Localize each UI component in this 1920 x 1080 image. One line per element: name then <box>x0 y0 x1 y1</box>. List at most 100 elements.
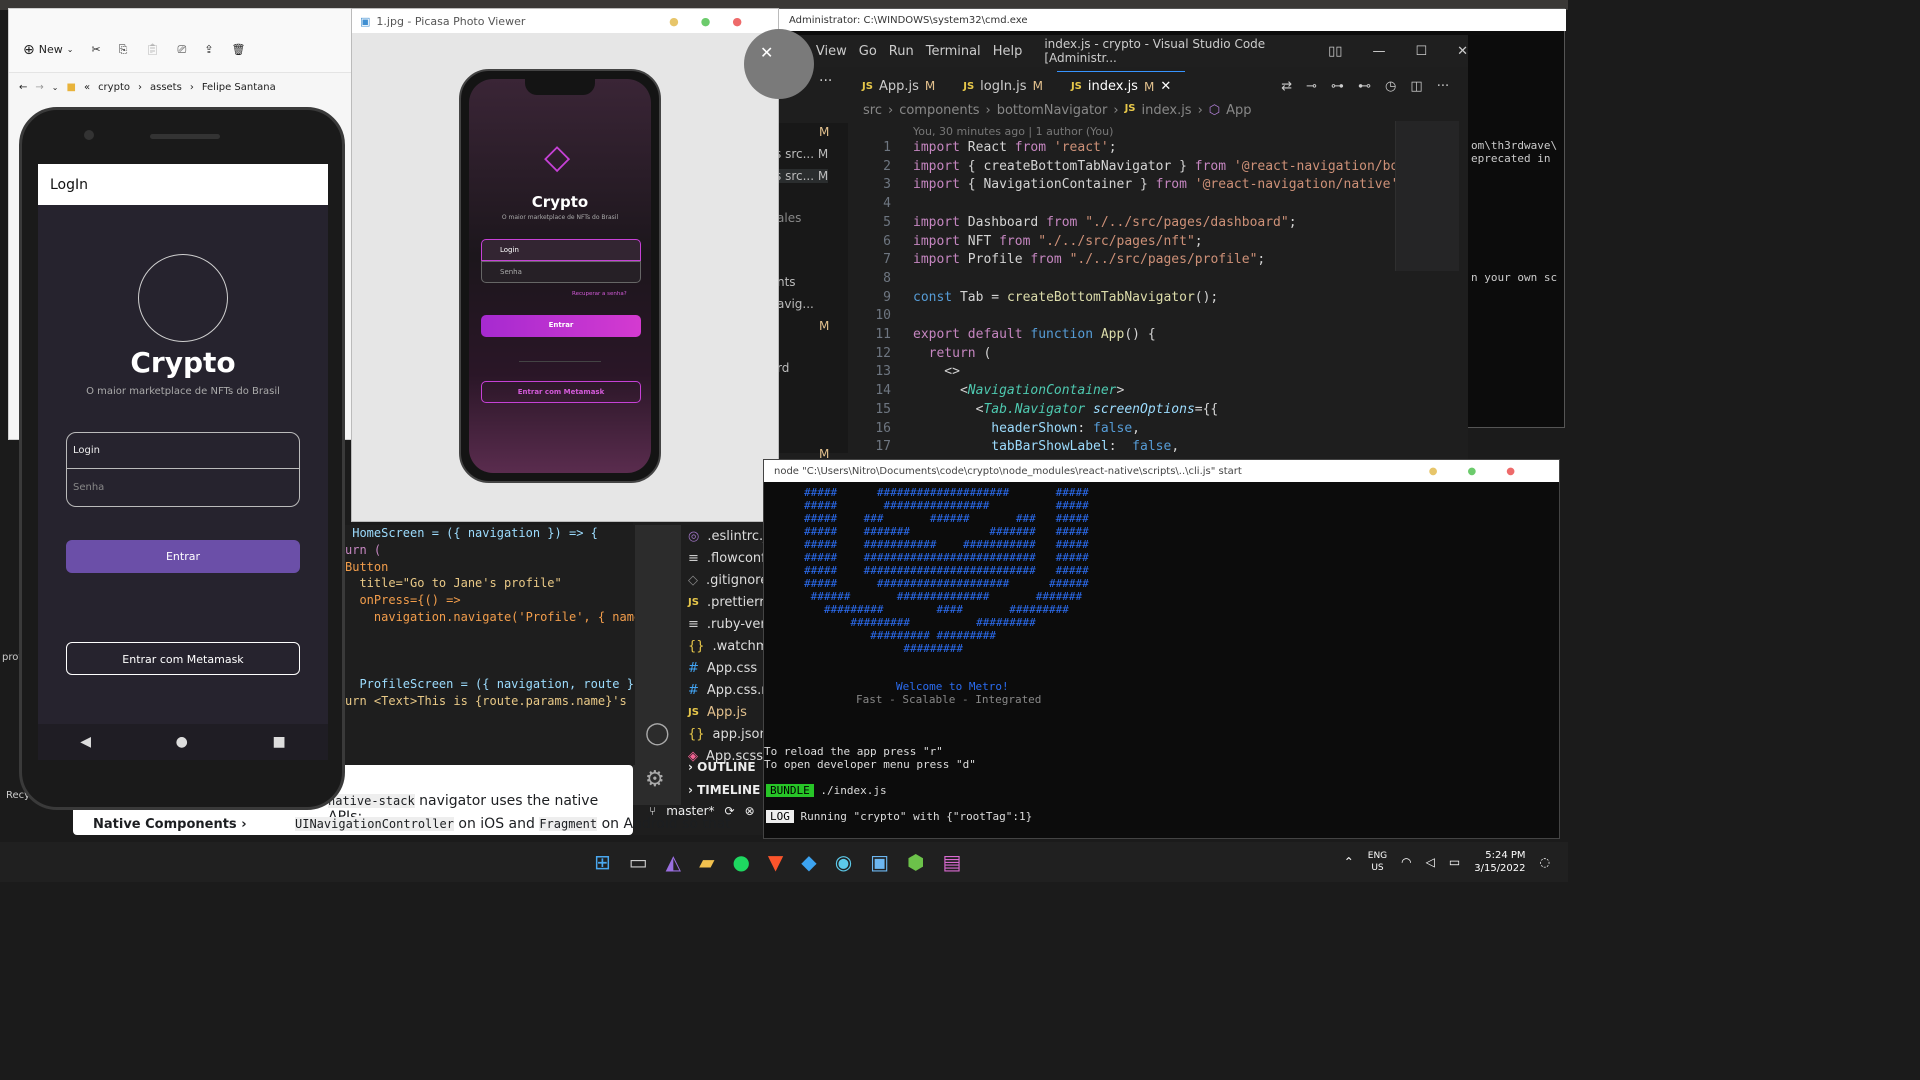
explorer-row[interactable]: avig... <box>777 297 814 311</box>
copy-icon[interactable]: ⎘ <box>119 43 128 57</box>
ethereum-logo-icon: ◇ <box>544 137 571 177</box>
go-forward-icon[interactable]: ⊶ <box>1331 79 1344 94</box>
menu-item[interactable]: Run <box>889 44 914 59</box>
error-icon[interactable]: ⊗ <box>745 804 755 818</box>
explorer-row[interactable]: ales <box>777 211 801 225</box>
gear-icon[interactable]: ⚙ <box>645 767 665 792</box>
code-line: 3 import { NavigationContainer } from '@r… <box>883 177 1406 193</box>
explorer-row[interactable]: s src... M <box>775 169 829 183</box>
tab-app-js[interactable]: JS App.js M <box>848 71 949 101</box>
share-icon[interactable]: ⇪ <box>204 43 213 56</box>
login-input[interactable]: Login <box>66 432 300 469</box>
visual-studio-icon[interactable]: ◭ <box>666 850 681 874</box>
explorer-row[interactable]: s src... M <box>775 147 828 161</box>
password-input[interactable]: Senha <box>66 469 300 507</box>
crumb[interactable]: index.js <box>1142 103 1192 118</box>
close-tab-icon[interactable]: ✕ <box>1160 79 1171 94</box>
password-field: Senha <box>481 261 641 283</box>
terminal-icon[interactable]: ▭ <box>629 850 648 874</box>
breadcrumb: ← → ⌄ ■ « crypto › assets › Felipe Santana <box>19 81 276 93</box>
wifi-icon[interactable]: ◠ <box>1401 855 1411 869</box>
layout-icon[interactable]: ▯▯ <box>1328 44 1342 59</box>
editor-tabs: JS App.js M JS logIn.js M JS index.js M ✕ ⇄ ⊸ ⊶ ⊷ ◷… <box>848 71 1468 101</box>
git-compare-icon[interactable]: ⇄ <box>1281 79 1292 94</box>
menu-item[interactable]: Help <box>993 44 1023 59</box>
enter-button[interactable]: Entrar <box>66 540 300 573</box>
code-line: 6 import NFT from "./../src/pages/nft"; <box>883 233 1203 249</box>
recents-icon[interactable]: ■ <box>272 734 285 750</box>
cut-icon[interactable]: ✂ <box>91 43 100 56</box>
delete-icon[interactable]: 🗑︎ <box>231 43 245 56</box>
crumb-assets[interactable]: assets <box>150 82 182 93</box>
start-icon[interactable]: ⊞ <box>594 850 611 874</box>
symbol-icon: ⬡ <box>1208 103 1221 118</box>
metro-terminal-window[interactable]: node "C:\Users\Nitro\Documents\code\cryp… <box>763 459 1560 839</box>
enter-button: Entrar <box>481 315 641 337</box>
minimap[interactable] <box>1395 121 1459 271</box>
timeline-icon[interactable]: ⊷ <box>1358 79 1371 94</box>
battery-icon[interactable]: ▭ <box>1449 855 1460 869</box>
account-icon[interactable]: ◯ <box>645 721 670 746</box>
code-editor[interactable]: 1 import React from 'react'; 2 import { cr… <box>863 139 1423 459</box>
js-icon: JS <box>1070 81 1082 92</box>
close-icon[interactable]: ✕ <box>1457 44 1468 59</box>
back-icon[interactable]: ← <box>19 82 27 93</box>
crumb-crypto[interactable]: crypto <box>98 82 130 93</box>
menu-item[interactable]: Go <box>859 44 877 59</box>
notifications-icon[interactable]: ◌ <box>1540 855 1550 869</box>
more-icon[interactable]: ··· <box>1437 79 1449 94</box>
split-editor-icon[interactable]: ◫ <box>1410 79 1422 94</box>
explorer-row[interactable]: M <box>819 319 829 333</box>
docs-code-snippet: HomeScreen = ({ navigation }) => { urn (… <box>345 525 635 765</box>
close-icon[interactable]: ✕ <box>744 29 814 99</box>
login-field: Login <box>481 239 641 261</box>
crumb[interactable]: src <box>863 103 882 118</box>
android-emulator[interactable]: LogIn Crypto O maior marketplace de NFTs… <box>19 107 345 810</box>
timeline-section[interactable]: › TIMELINE <box>688 783 760 797</box>
picasa-icon[interactable]: ▣ <box>870 850 889 874</box>
metro-tagline: Fast - Scalable - Integrated <box>856 693 1042 706</box>
more-actions-icon[interactable]: ··· <box>819 73 832 89</box>
minimize-icon[interactable]: — <box>1372 44 1385 59</box>
metro-welcome: Welcome to Metro! <box>896 680 1009 693</box>
paste-icon[interactable]: 📋︎ <box>145 43 159 56</box>
chevron-up-icon[interactable]: ⌃ <box>1344 855 1354 869</box>
menu-item[interactable]: Terminal <box>926 44 981 59</box>
crumb[interactable]: bottomNavigator <box>997 103 1108 118</box>
history-icon[interactable]: ◷ <box>1385 79 1396 94</box>
new-button[interactable]: ⊕ New ⌄ <box>23 42 73 58</box>
go-back-icon[interactable]: ⊸ <box>1306 79 1317 94</box>
tab-login-js[interactable]: JS logIn.js M <box>949 71 1057 101</box>
code-line: 5 import Dashboard from "./../src/pages/d… <box>883 214 1297 230</box>
brave-icon[interactable]: ▼ <box>768 850 783 874</box>
crumb[interactable]: App <box>1226 103 1251 118</box>
log-line: LOG Running "crypto" with {"rootTag":1} <box>766 810 1032 823</box>
chevron-down-icon[interactable]: ⌄ <box>52 83 59 92</box>
crumb[interactable]: components <box>899 103 979 118</box>
window-dots[interactable]: ●●● <box>1429 466 1545 477</box>
picasa-viewer-window[interactable]: ▣ 1.jpg - Picasa Photo Viewer ●●● ✕ ◇ Cr… <box>351 8 814 522</box>
metamask-button[interactable]: Entrar com Metamask <box>66 642 300 675</box>
language-indicator[interactable]: ENG US <box>1368 850 1387 874</box>
menu-item[interactable]: View <box>816 44 847 59</box>
clock[interactable]: 5:24 PM 3/15/2022 <box>1474 849 1525 875</box>
file-explorer-icon[interactable]: ▰ <box>699 850 714 874</box>
outline-section[interactable]: › OUTLINE <box>688 760 756 774</box>
home-icon[interactable]: ● <box>176 734 188 750</box>
window-dots[interactable]: ●●● <box>669 15 764 28</box>
volume-icon[interactable]: ◁ <box>1426 855 1435 869</box>
node-icon[interactable]: ⬢ <box>907 850 924 874</box>
forward-icon[interactable]: → <box>35 82 43 93</box>
explorer-row[interactable]: M <box>819 125 829 139</box>
tab-index-js[interactable]: JS index.js M ✕ <box>1056 71 1186 101</box>
maximize-icon[interactable]: ☐ <box>1415 44 1427 59</box>
app-icon[interactable]: ◉ <box>835 850 852 874</box>
emulator-icon[interactable]: ▤ <box>943 850 962 874</box>
explorer-row[interactable]: nts <box>777 275 796 289</box>
rename-icon[interactable]: ⎚ <box>177 43 186 57</box>
spotify-icon[interactable]: ● <box>732 850 749 874</box>
vscode-icon[interactable]: ◆ <box>801 850 816 874</box>
back-icon[interactable]: ◀ <box>80 734 91 750</box>
native-components-link[interactable]: Native Components › <box>93 817 247 832</box>
crumb-felipe[interactable]: Felipe Santana <box>202 82 276 93</box>
